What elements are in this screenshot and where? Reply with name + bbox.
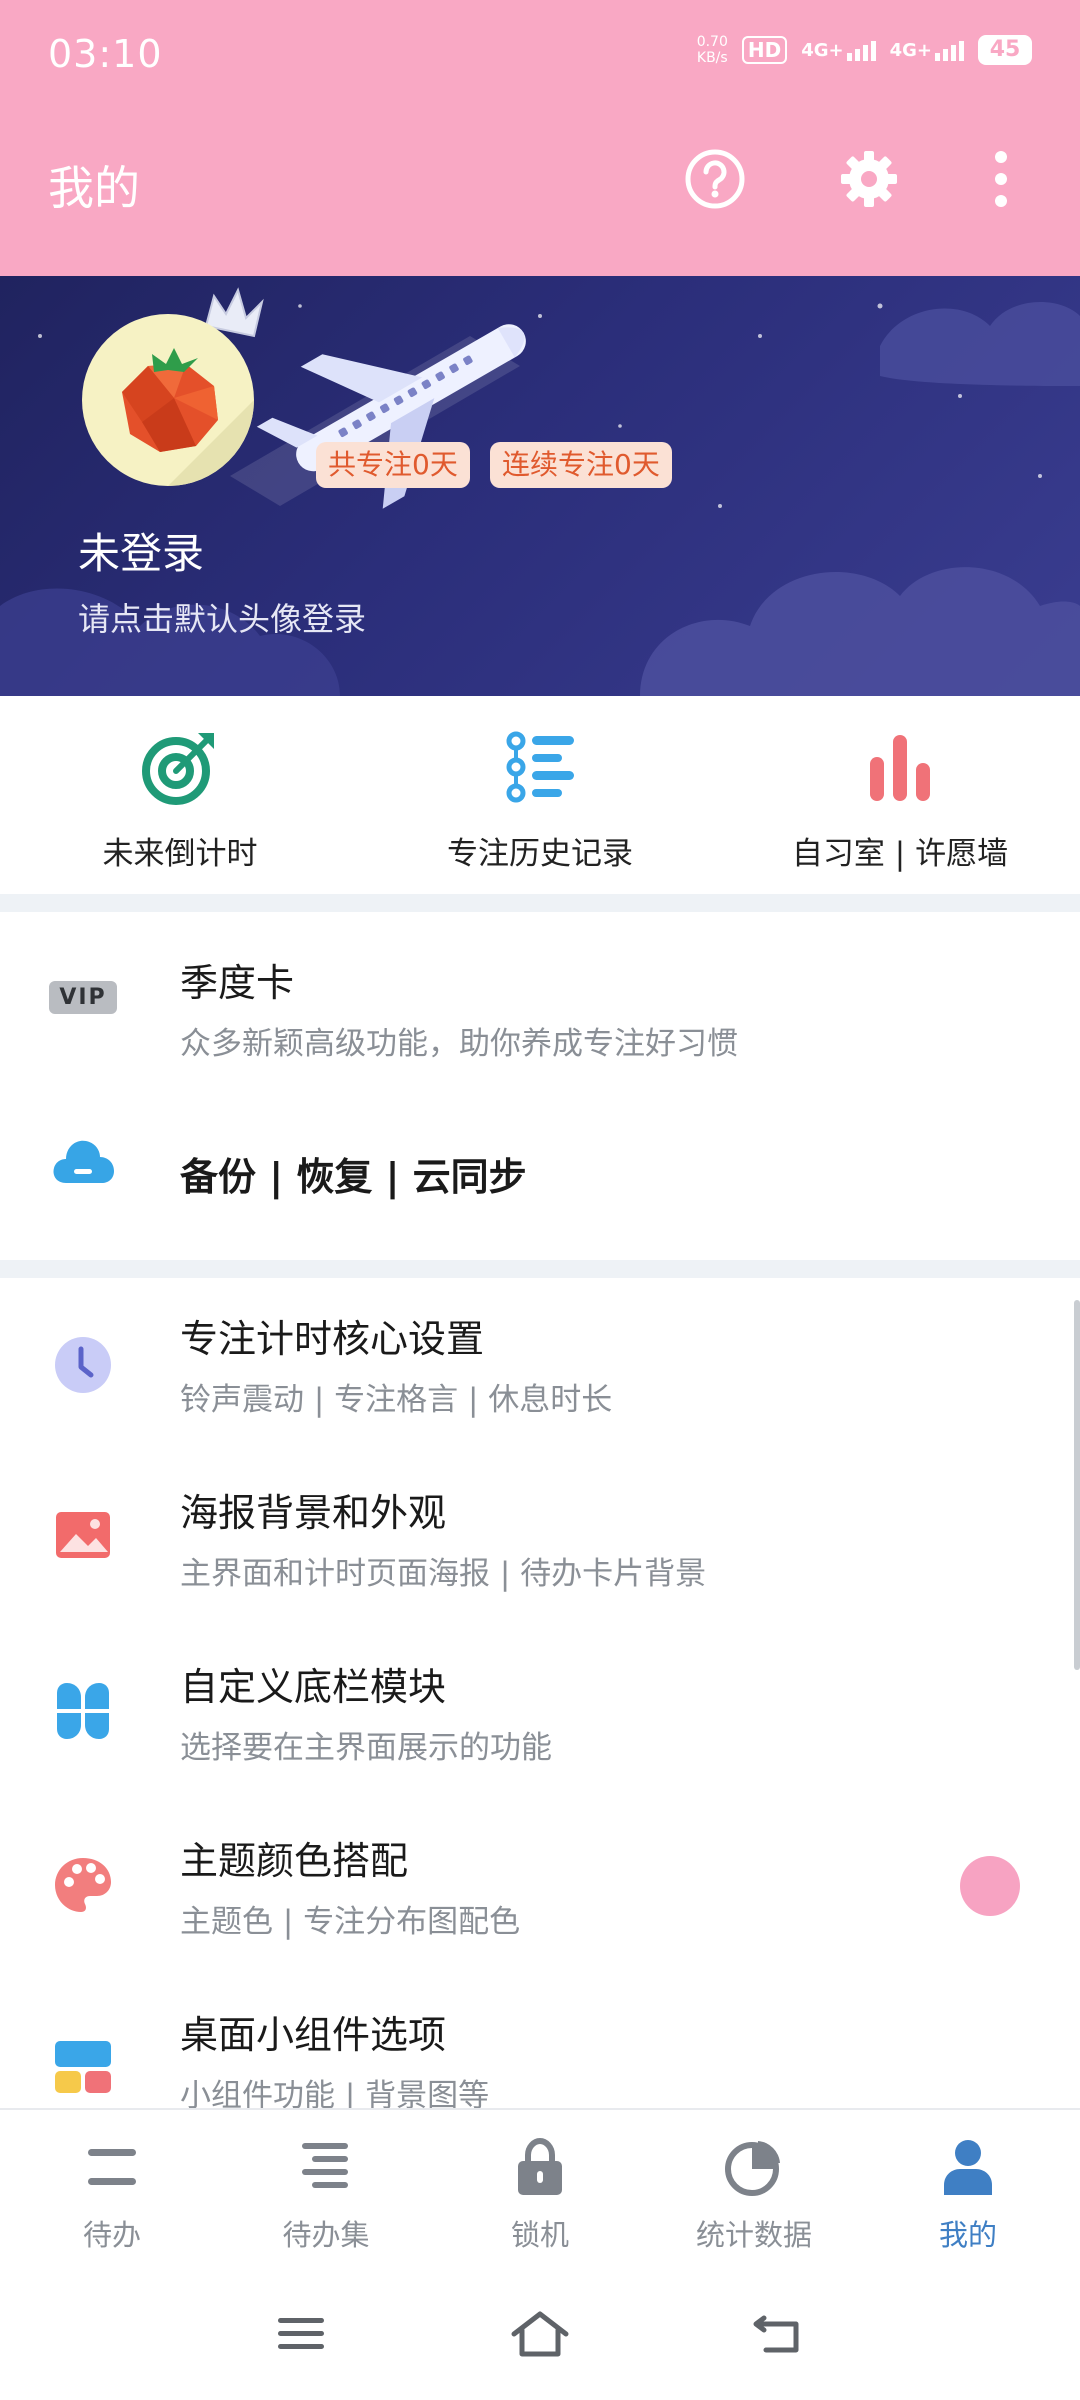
countdown-button[interactable]: 未来倒计时 (10, 722, 350, 873)
page-title: 我的 (48, 161, 140, 215)
theme-title: 主题颜色搭配 (180, 1839, 409, 1883)
signal-4g-icon-2: 4G+ (890, 40, 964, 61)
widget-title: 桌面小组件选项 (180, 2013, 447, 2057)
streak-focus-badge: 连续专注0天 (490, 442, 672, 488)
section-divider (0, 1260, 1080, 1278)
status-time: 03:10 (48, 32, 163, 76)
total-focus-badge: 共专注0天 (316, 442, 470, 488)
tab-me[interactable]: 我的 (860, 2132, 1076, 2254)
more-vertical-icon[interactable] (966, 144, 1036, 214)
avatar[interactable] (82, 314, 254, 486)
custom-bottom-bar-item[interactable]: 自定义底栏模块 选择要在主界面展示的功能 (0, 1626, 1080, 1800)
pie-chart-icon (719, 2132, 789, 2202)
vip-quarter-card-item[interactable]: VIP 季度卡 众多新颖高级功能，助你养成专注好习惯 (0, 912, 1080, 1084)
widget-subtitle: 小组件功能 | 背景图等 (180, 2078, 490, 2108)
target-icon (135, 722, 225, 812)
tab-lock[interactable]: 锁机 (432, 2132, 648, 2254)
battery-icon: 45 (978, 35, 1032, 65)
tomato-avatar-icon (122, 348, 254, 486)
username[interactable]: 未登录 (78, 520, 204, 581)
palette-icon (48, 1850, 118, 1920)
scrollbar[interactable] (1074, 1300, 1080, 1670)
system-navigation-bar (0, 2268, 1080, 2400)
status-bar: 03:10 0.70 KB/s HD 4G+ 4G+ 45 (0, 0, 1080, 110)
profile-banner: 共专注0天 连续专注0天 未登录 请点击默认头像登录 (0, 276, 1080, 696)
core-settings-subtitle: 铃声震动 | 专注格言 | 休息时长 (180, 1382, 613, 1418)
desktop-widget-item[interactable]: 桌面小组件选项 小组件功能 | 背景图等 (0, 1974, 1080, 2108)
signal-4g-icon-1: 4G+ (801, 40, 876, 61)
focus-history-button[interactable]: 专注历史记录 (370, 722, 710, 873)
clover-grid-icon (48, 1676, 118, 1746)
core-settings-title: 专注计时核心设置 (180, 1317, 485, 1361)
poster-background-item[interactable]: 海报背景和外观 主界面和计时页面海报 | 待办卡片背景 (0, 1452, 1080, 1626)
poster-title: 海报背景和外观 (180, 1491, 447, 1535)
theme-colors-item[interactable]: 主题颜色搭配 主题色 | 专注分布图配色 (0, 1800, 1080, 1974)
bottom-navigation: 待办 待办集 锁机 统计数据 我的 (0, 2108, 1080, 2268)
home-icon[interactable] (505, 2304, 575, 2364)
menu-icon[interactable] (266, 2304, 336, 2364)
vip-subtitle: 众多新颖高级功能，助你养成专注好习惯 (180, 1026, 738, 1062)
focus-core-settings-item[interactable]: 专注计时核心设置 铃声震动 | 专注格言 | 休息时长 (0, 1278, 1080, 1452)
poster-subtitle: 主界面和计时页面海报 | 待办卡片背景 (180, 1556, 707, 1592)
status-indicators: 0.70 KB/s HD 4G+ 4G+ 45 (697, 34, 1032, 66)
clock-icon (48, 1330, 118, 1400)
widget-icon (48, 2032, 118, 2102)
app-header: 03:10 0.70 KB/s HD 4G+ 4G+ 45 我的 (0, 0, 1080, 276)
todo-icon (77, 2132, 147, 2202)
image-icon (48, 1500, 118, 1570)
tab-todo-set[interactable]: 待办集 (218, 2132, 434, 2254)
settings-gear-icon[interactable] (834, 144, 904, 214)
login-hint: 请点击默认头像登录 (78, 600, 367, 638)
theme-subtitle: 主题色 | 专注分布图配色 (180, 1904, 521, 1940)
todo-set-icon (291, 2132, 361, 2202)
help-icon[interactable] (680, 144, 750, 214)
tab-todo[interactable]: 待办 (4, 2132, 220, 2254)
network-speed: 0.70 KB/s (696, 34, 728, 66)
tab-statistics[interactable]: 统计数据 (646, 2132, 862, 2254)
vip-title: 季度卡 (180, 961, 295, 1005)
backup-title: 备份 | 恢复 | 云同步 (180, 1155, 527, 1199)
theme-color-swatch[interactable] (960, 1856, 1020, 1916)
quick-actions: 未来倒计时 专注历史记录 自习室 | 许愿墙 (0, 696, 1080, 894)
backup-restore-sync-item[interactable]: 备份 | 恢复 | 云同步 (0, 1084, 1080, 1260)
bottom-bar-title: 自定义底栏模块 (180, 1665, 447, 1709)
cloud-icon (48, 1126, 118, 1196)
bottom-bar-subtitle: 选择要在主界面展示的功能 (180, 1730, 552, 1766)
hd-voice-icon: HD (741, 36, 788, 64)
study-room-wish-wall-button[interactable]: 自习室 | 许愿墙 (730, 722, 1070, 873)
lock-icon (505, 2132, 575, 2202)
vip-icon: VIP (48, 962, 118, 1032)
section-divider (0, 894, 1080, 912)
person-icon (933, 2132, 1003, 2202)
bar-chart-icon (855, 722, 945, 812)
timeline-list-icon (495, 722, 585, 812)
back-icon[interactable] (744, 2304, 814, 2364)
